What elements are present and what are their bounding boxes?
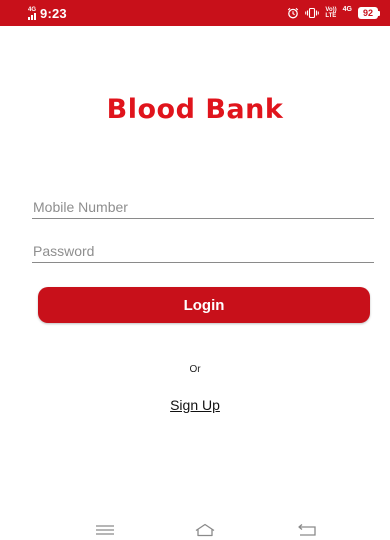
signal-icon	[28, 12, 36, 20]
status-time: 9:23	[40, 5, 67, 21]
network-indicator-left: 4G	[28, 7, 36, 20]
mobile-number-input[interactable]	[32, 196, 375, 218]
status-right: Vo)) LTE 4G 92	[287, 5, 380, 21]
or-separator: Or	[189, 364, 201, 375]
password-input[interactable]	[32, 240, 375, 262]
menu-icon[interactable]	[93, 522, 117, 538]
status-bar: 4G 9:23 Vo)) LTE 4G 92	[0, 0, 390, 26]
home-icon[interactable]	[193, 522, 217, 538]
signup-link[interactable]: Sign Up	[170, 397, 220, 413]
app-title: Blood Bank	[106, 94, 284, 125]
mobile-number-field[interactable]	[32, 196, 375, 219]
battery-level: 92	[357, 7, 378, 19]
login-button-label: Login	[183, 296, 225, 314]
battery-tip	[378, 10, 380, 16]
navigation-bar	[0, 520, 390, 540]
network-type-right: 4G	[342, 6, 352, 13]
volte-bottom-label: LTE	[325, 13, 337, 19]
status-left: 4G 9:23	[28, 5, 67, 21]
battery-icon: 92	[357, 7, 380, 19]
signup-container: Sign Up	[0, 397, 390, 413]
login-button[interactable]: Login	[38, 287, 370, 323]
volte-indicator: Vo)) LTE	[325, 7, 336, 19]
back-icon[interactable]	[295, 522, 319, 538]
vibrate-icon	[305, 7, 320, 19]
alarm-icon	[288, 7, 299, 19]
password-field[interactable]	[32, 240, 375, 263]
